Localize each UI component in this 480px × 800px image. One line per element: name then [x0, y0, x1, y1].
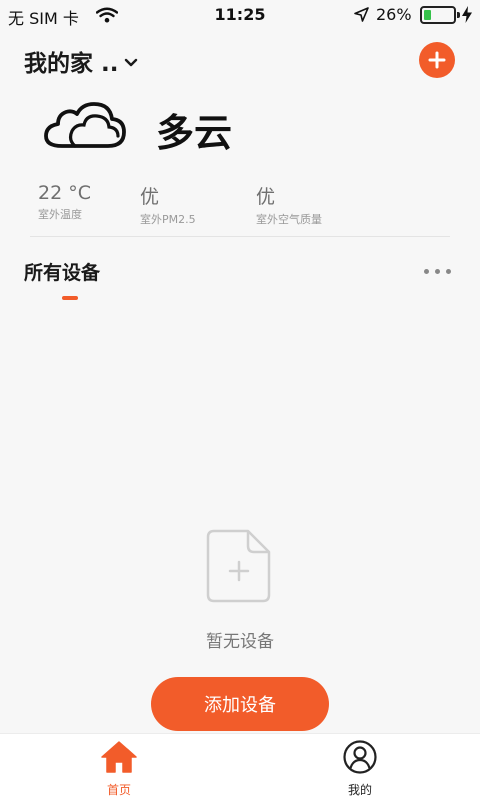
home-name: 我的家 ..: [24, 51, 119, 77]
metric-label: 室外温度: [38, 208, 82, 221]
divider: [30, 236, 450, 237]
location-arrow-icon: [354, 7, 369, 26]
cloudy-icon: [42, 96, 128, 158]
metric-label: 室外PM2.5: [140, 213, 196, 226]
plus-icon: [428, 51, 446, 69]
add-button[interactable]: [419, 42, 455, 78]
weather-condition: 多云: [156, 111, 233, 155]
battery-level: [424, 10, 431, 20]
chevron-down-icon: [124, 48, 138, 74]
profile-icon: [343, 740, 377, 774]
metric-value: 优: [256, 186, 276, 208]
tab-all-devices[interactable]: 所有设备: [24, 258, 100, 285]
battery-icon: [420, 6, 460, 24]
active-tab-indicator: [62, 296, 78, 300]
tab-profile[interactable]: 我的: [320, 740, 400, 798]
add-device-button[interactable]: 添加设备: [151, 677, 329, 731]
metric-outdoor-temperature: 22 °C 室外温度: [38, 182, 91, 222]
tab-label: 我的: [347, 783, 372, 797]
empty-document-icon: [206, 528, 272, 608]
tab-home[interactable]: 首页: [79, 740, 159, 798]
metric-value: 优: [140, 186, 160, 208]
metric-outdoor-pm25: 优 室外PM2.5: [140, 182, 196, 227]
status-bar: 无 SIM 卡 11:25 26%: [0, 0, 480, 30]
home-icon: [101, 741, 137, 773]
metric-label: 室外空气质量: [256, 213, 322, 226]
empty-state-text: 暂无设备: [206, 632, 274, 652]
bottom-tab-bar: 首页 我的: [0, 733, 480, 800]
app-screen: 无 SIM 卡 11:25 26% 我的家 .. 多云 22 °C 室外温度 优…: [0, 0, 480, 800]
home-selector[interactable]: 我的家 ..: [24, 44, 138, 78]
charging-bolt-icon: [462, 6, 472, 27]
more-dots-icon[interactable]: [422, 266, 454, 278]
metric-outdoor-air-quality: 优 室外空气质量: [256, 182, 322, 227]
tab-label: 首页: [106, 783, 131, 797]
metric-value: 22 °C: [38, 182, 91, 204]
battery-percent: 26%: [376, 5, 412, 24]
